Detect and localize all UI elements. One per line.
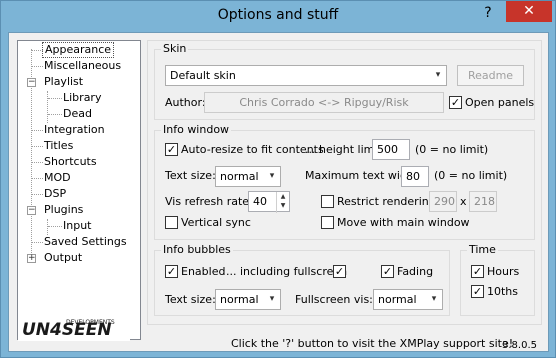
refresh-rate-spinner[interactable]: ▲ ▼ [276, 192, 289, 213]
chevron-down-icon: ▾ [269, 294, 275, 304]
height-limit-input[interactable]: 500 [372, 139, 410, 160]
tenths-label[interactable]: 10ths [487, 285, 518, 299]
info-bubbles-group-label: Info bubbles [161, 243, 233, 257]
tree-item-plugins[interactable]: Plugins [42, 202, 85, 218]
logo-graphic: UN4SEEN DEVELOPMENTS [18, 315, 130, 341]
expand-icon[interactable]: + [27, 254, 36, 263]
readme-button[interactable]: Readme [457, 65, 524, 86]
tree-line [47, 91, 48, 123]
skin-select[interactable]: Default skin ▾ [165, 65, 447, 86]
tree-item-shortcuts[interactable]: Shortcuts [42, 154, 99, 170]
bubbles-fullscreen-checkbox[interactable]: ✓ [333, 265, 346, 278]
bubbles-fading-checkbox[interactable]: ✓ [381, 265, 394, 278]
vertical-sync-checkbox[interactable] [165, 216, 178, 229]
tree-item-miscellaneous[interactable]: Miscellaneous [42, 58, 123, 74]
options-window: Options and stuff ? ✕ Appearance Miscell… [0, 0, 556, 358]
move-with-main-checkbox[interactable] [321, 216, 334, 229]
time-group-label: Time [467, 243, 498, 257]
tree-line [47, 219, 48, 235]
chevron-down-icon: ▾ [435, 70, 441, 80]
collapse-icon[interactable]: − [27, 206, 36, 215]
tree-line [48, 114, 62, 115]
max-width-input[interactable]: 80 [401, 166, 429, 187]
open-panels-checkbox[interactable]: ✓ [449, 96, 462, 109]
restrict-rendering-checkbox[interactable] [321, 195, 334, 208]
version-label: 3.8.0.5 [502, 340, 537, 351]
chevron-down-icon: ▾ [431, 294, 437, 304]
help-button[interactable]: ? [471, 1, 505, 26]
un4seen-logo: UN4SEEN DEVELOPMENTS [18, 315, 130, 341]
skin-select-value: Default skin [170, 69, 236, 82]
close-button[interactable]: ✕ [506, 1, 552, 22]
author-field: Chris Corrado <-> Ripguy/Risk [204, 92, 444, 113]
text-size-select[interactable]: normal ▾ [215, 166, 281, 187]
skin-group: Skin Default skin ▾ Readme Author: Chris… [154, 42, 535, 120]
fullscreen-vis-value: normal [378, 293, 417, 306]
tree-item-appearance[interactable]: Appearance [42, 42, 115, 58]
chevron-down-icon: ▾ [269, 171, 275, 181]
time-group: Time ✓ Hours ✓ 10ths [460, 243, 535, 316]
appearance-panel: Skin Default skin ▾ Readme Author: Chris… [147, 40, 542, 325]
fullscreen-vis-label: Fullscreen vis: [295, 293, 373, 306]
spin-up-icon[interactable]: ▲ [281, 193, 286, 200]
tree-item-input[interactable]: Input [61, 218, 93, 234]
open-panels-label[interactable]: Open panels [465, 96, 534, 110]
refresh-rate-input[interactable]: 40 ▲ ▼ [248, 191, 290, 213]
info-window-group-label: Info window [161, 123, 232, 137]
logo-subtext: DEVELOPMENTS [66, 319, 115, 326]
skin-group-label: Skin [161, 42, 189, 56]
bubbles-enabled-label[interactable]: Enabled [181, 265, 225, 279]
support-message: Click the '?' button to visit the XMPlay… [231, 337, 514, 350]
options-tree[interactable]: Appearance Miscellaneous − Playlist Libr… [17, 40, 141, 340]
hours-label[interactable]: Hours [487, 265, 519, 279]
vertical-sync-label[interactable]: Vertical sync [181, 216, 251, 230]
autoresize-label[interactable]: Auto-resize to fit contents [181, 143, 324, 157]
tree-item-library[interactable]: Library [61, 90, 103, 106]
hours-checkbox[interactable]: ✓ [471, 265, 484, 278]
restrict-height-input: 218 [469, 191, 497, 212]
author-label: Author: [165, 96, 206, 109]
tree-item-playlist[interactable]: Playlist [42, 74, 85, 90]
bubbles-enabled-checkbox[interactable]: ✓ [165, 265, 178, 278]
restrict-rendering-label[interactable]: Restrict rendering: [337, 195, 439, 209]
move-with-main-label[interactable]: Move with main window [337, 216, 470, 230]
tenths-checkbox[interactable]: ✓ [471, 285, 484, 298]
bubbles-text-size-label: Text size: [165, 293, 216, 306]
autoresize-checkbox[interactable]: ✓ [165, 143, 178, 156]
max-width-note: (0 = no limit) [434, 169, 508, 182]
bubbles-fullscreen-label: ... including fullscreen [226, 265, 348, 278]
bubbles-text-size-select[interactable]: normal ▾ [215, 289, 281, 310]
tree-item-dead[interactable]: Dead [61, 106, 94, 122]
collapse-icon[interactable]: − [27, 78, 36, 87]
tree-line [48, 98, 62, 99]
tree-item-saved-settings[interactable]: Saved Settings [42, 234, 129, 250]
refresh-rate-label: Vis refresh rate: [165, 195, 253, 208]
info-bubbles-group: Info bubbles ✓ Enabled ... including ful… [154, 243, 450, 316]
restrict-x-label: x [460, 195, 467, 208]
bubbles-fading-label[interactable]: Fading [397, 265, 433, 279]
dialog-client: Appearance Miscellaneous − Playlist Libr… [8, 32, 549, 352]
bubbles-text-size-value: normal [220, 293, 259, 306]
height-limit-note: (0 = no limit) [415, 143, 489, 156]
title-bar[interactable]: Options and stuff ? ✕ [1, 1, 555, 32]
tree-item-output[interactable]: Output [42, 250, 84, 266]
fullscreen-vis-select[interactable]: normal ▾ [373, 289, 443, 310]
tree-item-dsp[interactable]: DSP [42, 186, 68, 202]
spin-down-icon[interactable]: ▼ [281, 202, 286, 209]
tree-line [48, 226, 62, 227]
tree-item-titles[interactable]: Titles [42, 138, 75, 154]
tree-item-integration[interactable]: Integration [42, 122, 107, 138]
restrict-width-input: 290 [429, 191, 457, 212]
tree-item-mod[interactable]: MOD [42, 170, 73, 186]
info-window-group: Info window ✓ Auto-resize to fit content… [154, 123, 535, 240]
refresh-rate-value: 40 [253, 195, 267, 208]
text-size-select-value: normal [220, 170, 259, 183]
text-size-label: Text size: [165, 169, 216, 182]
